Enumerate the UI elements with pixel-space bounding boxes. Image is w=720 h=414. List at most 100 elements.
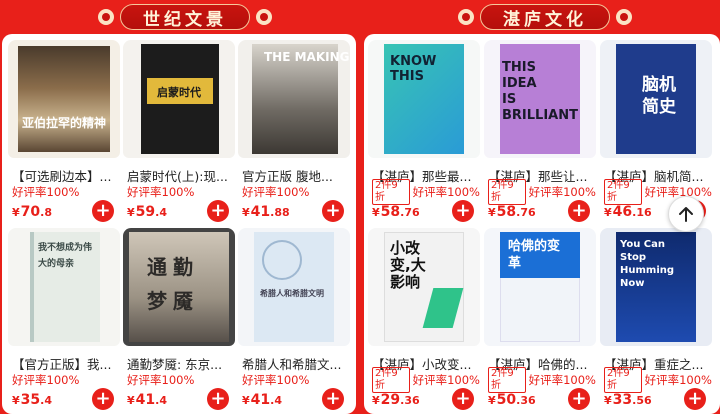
product-title[interactable]: 官方正版 腹地... xyxy=(242,166,350,185)
book-cover[interactable]: 小改变,大影响 xyxy=(368,228,480,346)
rating-text: 好评率100% xyxy=(127,184,195,199)
price: ¥29.36 xyxy=(372,392,420,408)
book-cover[interactable]: THE MAKING xyxy=(238,40,350,158)
price: ¥70.8 xyxy=(12,204,52,220)
decoration-icon xyxy=(256,9,272,25)
rating-text: 好评率100% xyxy=(242,184,310,199)
price: ¥35.4 xyxy=(12,392,52,408)
book-cover[interactable]: 希腊人和希腊文明 xyxy=(238,228,350,346)
price: ¥59.4 xyxy=(127,204,167,220)
cover-text: THIS IDEA IS BRILLIANT xyxy=(502,60,578,123)
product-title[interactable]: 【可选刷边本】... xyxy=(12,166,120,185)
section-title-shiji: 世纪文景 xyxy=(92,4,278,30)
promo-row: 2件9折 好评率100% xyxy=(488,366,596,393)
add-to-cart-button[interactable]: + xyxy=(207,200,229,222)
add-to-cart-button[interactable]: + xyxy=(322,200,344,222)
section-title-label: 世纪文景 xyxy=(120,4,250,30)
add-to-cart-button[interactable]: + xyxy=(684,388,706,410)
cover-text: You Can Stop Humming Now xyxy=(620,239,675,289)
product-card[interactable]: 通勤梦魇 通勤梦魇: 东京... 好评率100% ¥41.4 + xyxy=(123,228,235,412)
product-card[interactable]: 亚伯拉罕的精神 【可选刷边本】... 好评率100% ¥70.8 + xyxy=(8,40,120,224)
product-card[interactable]: THIS IDEA IS BRILLIANT 【湛庐】那些让... 2件9折 好… xyxy=(484,40,596,224)
promo-badge: 2件9折 xyxy=(372,366,410,393)
product-grid-right: KNOW THIS 【湛庐】那些最... 2件9折 好评率100% ¥58.76… xyxy=(364,34,720,414)
book-cover[interactable]: 我不想成为伟大的母亲 xyxy=(8,228,120,346)
add-to-cart-button[interactable]: + xyxy=(452,200,474,222)
promo-row: 2件9折 好评率100% xyxy=(604,366,712,393)
promo-row: 好评率100% xyxy=(242,184,309,199)
cover-text: THE MAKING xyxy=(264,50,350,64)
rating-text: 好评率100% xyxy=(412,184,480,199)
cover-text: 我不想成为伟大的母亲 xyxy=(38,243,93,269)
price: ¥50.36 xyxy=(488,392,536,408)
decoration-icon xyxy=(458,9,474,25)
cover-text: 小改变,大影响 xyxy=(390,239,426,291)
promo-row: 2件9折 好评率100% xyxy=(488,178,596,205)
promo-row: 2件9折 好评率100% xyxy=(372,178,480,205)
product-grid-left: 亚伯拉罕的精神 【可选刷边本】... 好评率100% ¥70.8 + 启蒙时代 … xyxy=(2,34,356,414)
section-title-label: 湛庐文化 xyxy=(480,4,610,30)
cover-text: 启蒙时代 xyxy=(157,86,201,99)
add-to-cart-button[interactable]: + xyxy=(568,200,590,222)
cover-text: 希腊人和希腊文明 xyxy=(260,289,324,298)
book-cover[interactable]: 启蒙时代 xyxy=(123,40,235,158)
book-cover[interactable]: You Can Stop Humming Now xyxy=(600,228,712,346)
promo-badge: 2件9折 xyxy=(488,366,526,393)
add-to-cart-button[interactable]: + xyxy=(568,388,590,410)
cover-text: KNOW THIS xyxy=(390,54,437,84)
promo-row: 好评率100% xyxy=(12,184,79,199)
rating-text: 好评率100% xyxy=(528,184,596,199)
rating-text: 好评率100% xyxy=(242,372,310,387)
arrow-up-icon xyxy=(679,207,693,222)
rating-text: 好评率100% xyxy=(528,372,596,387)
promo-row: 好评率100% xyxy=(242,372,309,387)
product-card[interactable]: 希腊人和希腊文明 希腊人和希腊文... 好评率100% ¥41.4 + xyxy=(238,228,350,412)
price: ¥58.76 xyxy=(488,204,536,220)
product-card[interactable]: 我不想成为伟大的母亲 【官方正版】我... 好评率100% ¥35.4 + xyxy=(8,228,120,412)
cover-text: 哈佛的变革 xyxy=(508,239,561,271)
promo-row: 2件9折 好评率100% xyxy=(372,366,480,393)
price: ¥41.4 xyxy=(127,392,167,408)
product-title[interactable]: 启蒙时代(上):现... xyxy=(127,166,235,185)
promo-row: 2件9折 好评率100% xyxy=(604,178,712,205)
add-to-cart-button[interactable]: + xyxy=(452,388,474,410)
rating-text: 好评率100% xyxy=(127,372,195,387)
promo-row: 好评率100% xyxy=(127,372,194,387)
add-to-cart-button[interactable]: + xyxy=(207,388,229,410)
cover-text: 亚伯拉罕的精神 xyxy=(22,116,107,130)
add-to-cart-button[interactable]: + xyxy=(322,388,344,410)
product-card[interactable]: 小改变,大影响 【湛庐】小改变... 2件9折 好评率100% ¥29.36 + xyxy=(368,228,480,412)
book-cover[interactable]: 通勤梦魇 xyxy=(123,228,235,346)
product-title[interactable]: 【官方正版】我... xyxy=(12,354,120,373)
price: ¥33.56 xyxy=(604,392,652,408)
product-card[interactable]: 脑机简史 【湛庐】脑机简... 2件9折 好评率100% ¥46.16 + xyxy=(600,40,712,224)
product-title[interactable]: 通勤梦魇: 东京... xyxy=(127,354,235,373)
promo-badge: 2件9折 xyxy=(604,366,642,393)
book-cover[interactable]: 脑机简史 xyxy=(600,40,712,158)
rating-text: 好评率100% xyxy=(12,372,80,387)
decoration-icon xyxy=(98,9,114,25)
cover-text: 脑机简史 xyxy=(642,75,676,117)
section-title-zhanlu: 湛庐文化 xyxy=(452,4,638,30)
product-card[interactable]: THE MAKING 官方正版 腹地... 好评率100% ¥41.88 + xyxy=(238,40,350,224)
product-card[interactable]: 启蒙时代 启蒙时代(上):现... 好评率100% ¥59.4 + xyxy=(123,40,235,224)
book-cover[interactable]: 亚伯拉罕的精神 xyxy=(8,40,120,158)
add-to-cart-button[interactable]: + xyxy=(92,200,114,222)
product-card[interactable]: 哈佛的变革 【湛庐】哈佛的... 2件9折 好评率100% ¥50.36 + xyxy=(484,228,596,412)
rating-text: 好评率100% xyxy=(644,372,712,387)
book-cover[interactable]: KNOW THIS xyxy=(368,40,480,158)
product-title[interactable]: 希腊人和希腊文... xyxy=(242,354,350,373)
cover-text: 通勤梦魇 xyxy=(147,255,199,313)
product-card[interactable]: You Can Stop Humming Now 【湛庐】重症之... 2件9折… xyxy=(600,228,712,412)
promo-row: 好评率100% xyxy=(127,184,194,199)
promo-badge: 2件9折 xyxy=(372,178,410,205)
promo-badge: 2件9折 xyxy=(604,178,642,205)
rating-text: 好评率100% xyxy=(12,184,80,199)
promo-row: 好评率100% xyxy=(12,372,79,387)
book-cover[interactable]: THIS IDEA IS BRILLIANT xyxy=(484,40,596,158)
product-card[interactable]: KNOW THIS 【湛庐】那些最... 2件9折 好评率100% ¥58.76… xyxy=(368,40,480,224)
add-to-cart-button[interactable]: + xyxy=(92,388,114,410)
scroll-to-top-button[interactable] xyxy=(668,196,704,232)
book-cover[interactable]: 哈佛的变革 xyxy=(484,228,596,346)
rating-text: 好评率100% xyxy=(412,372,480,387)
